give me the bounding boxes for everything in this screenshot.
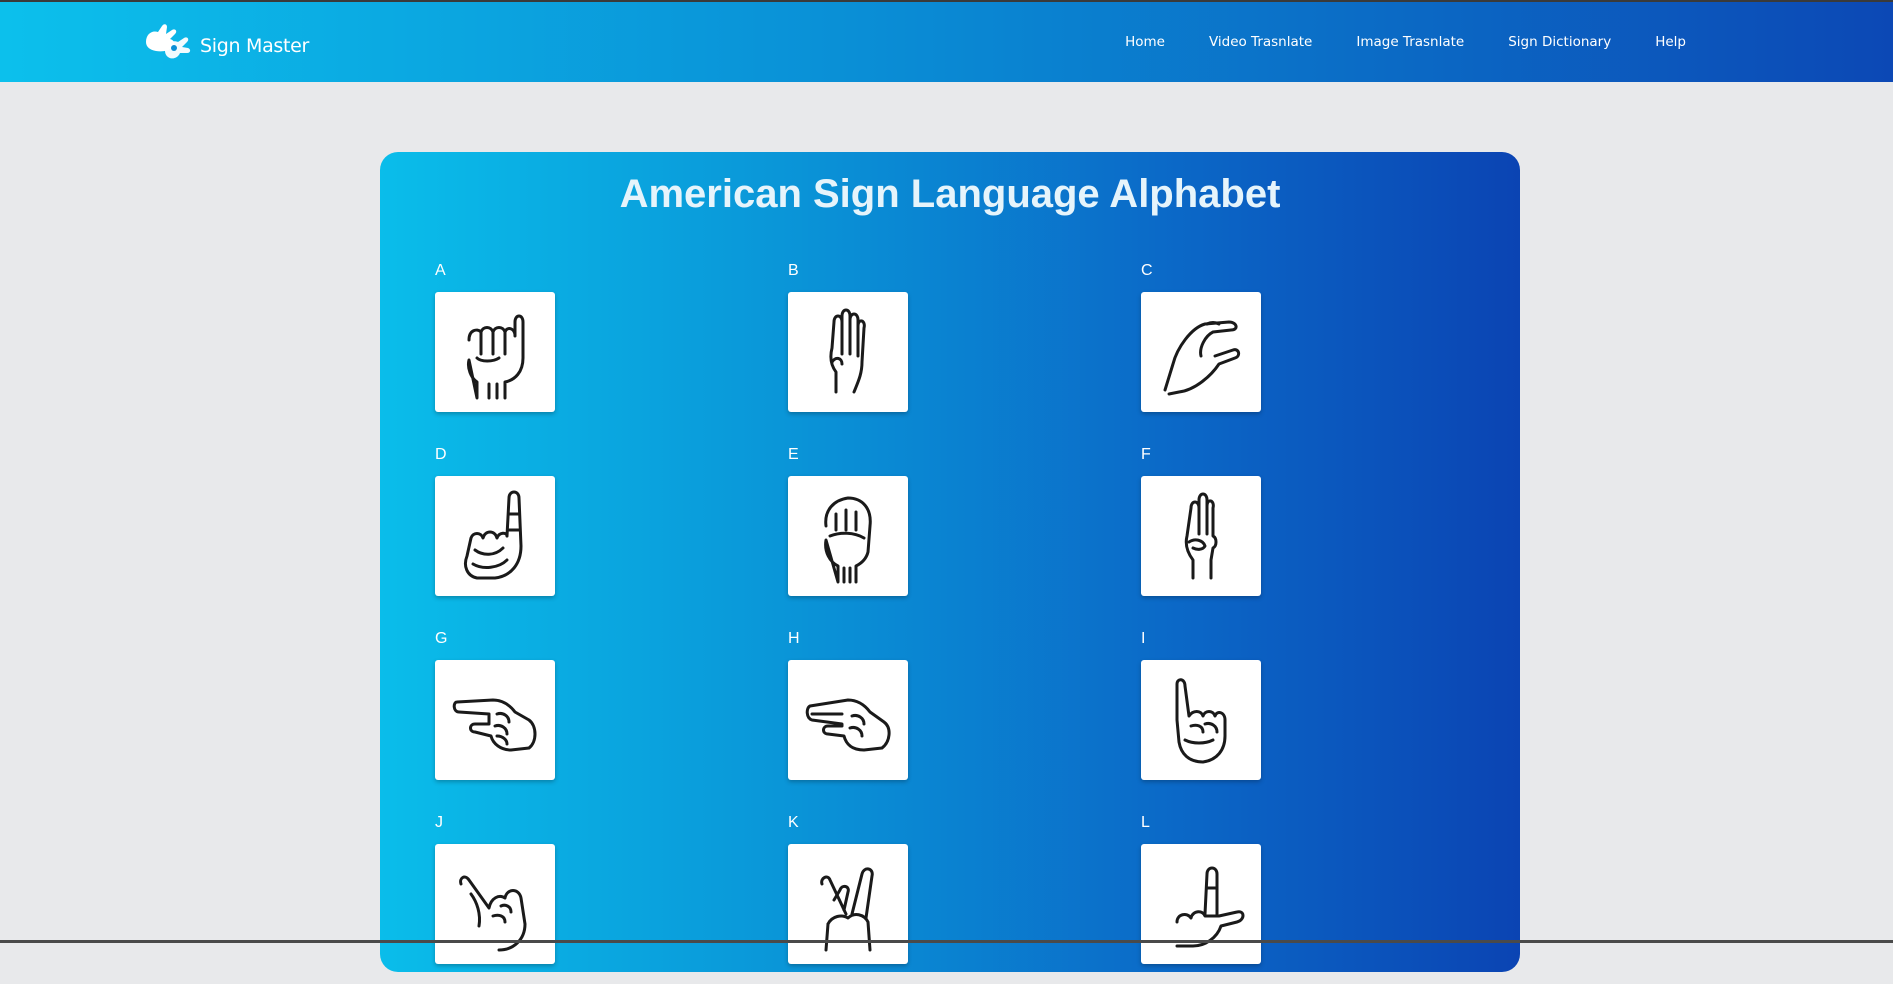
sign-card[interactable] (435, 660, 555, 780)
letter-cell-a: A (435, 262, 735, 432)
letter-label: J (435, 814, 443, 831)
letter-cell-k: K (788, 814, 1088, 984)
nav-image-translate[interactable]: Image Trasnlate (1334, 34, 1486, 50)
letter-cell-c: C (1141, 262, 1441, 432)
letter-cell-g: G (435, 630, 735, 800)
asl-k-hand-icon (820, 867, 874, 952)
nav-sign-dictionary[interactable]: Sign Dictionary (1486, 34, 1633, 50)
page-title: American Sign Language Alphabet (619, 172, 1281, 216)
sign-card[interactable] (1141, 476, 1261, 596)
sign-card[interactable] (1141, 660, 1261, 780)
top-navbar: Sign Master Home Video Trasnlate Image T… (0, 2, 1893, 82)
asl-j-hand-icon (459, 875, 527, 952)
letter-cell-d: D (435, 446, 735, 616)
main-nav: Home Video Trasnlate Image Trasnlate Sig… (1103, 2, 1708, 82)
asl-g-hand-icon (452, 698, 537, 752)
nav-video-translate[interactable]: Video Trasnlate (1187, 34, 1334, 50)
asl-a-hand-icon (467, 314, 525, 400)
sign-card[interactable] (435, 476, 555, 596)
sign-card[interactable] (788, 844, 908, 964)
sign-card[interactable] (435, 292, 555, 412)
asl-l-hand-icon (1175, 866, 1245, 948)
nav-help[interactable]: Help (1633, 34, 1708, 50)
letter-cell-f: F (1141, 446, 1441, 616)
letter-label: E (788, 446, 799, 463)
letter-label: H (788, 630, 800, 647)
letter-cell-b: B (788, 262, 1088, 432)
letter-label: C (1141, 262, 1153, 279)
brand-name: Sign Master (200, 35, 310, 57)
letter-label: K (788, 814, 799, 831)
sign-card[interactable] (435, 844, 555, 964)
asl-i-hand-icon (1175, 678, 1227, 764)
asl-h-hand-icon (805, 698, 891, 752)
sign-card[interactable] (788, 660, 908, 780)
letter-label: D (435, 446, 447, 463)
sign-card[interactable] (1141, 292, 1261, 412)
hands-logo-icon (146, 24, 191, 59)
letter-label: I (1141, 630, 1146, 647)
alphabet-panel: American Sign Language Alphabet A B C D … (380, 152, 1520, 972)
letter-label: B (788, 262, 799, 279)
letter-label: A (435, 262, 446, 279)
brand-link[interactable]: Sign Master (140, 20, 309, 64)
letter-label: F (1141, 446, 1151, 463)
asl-e-hand-icon (824, 496, 872, 584)
letter-cell-i: I (1141, 630, 1441, 800)
letter-cell-e: E (788, 446, 1088, 616)
sign-card[interactable] (1141, 844, 1261, 964)
letter-label: G (435, 630, 448, 647)
letter-cell-l: L (1141, 814, 1441, 984)
asl-f-hand-icon (1184, 492, 1218, 580)
asl-c-hand-icon (1163, 320, 1241, 396)
letter-cell-h: H (788, 630, 1088, 800)
letter-label: L (1141, 814, 1150, 831)
sign-card[interactable] (788, 476, 908, 596)
nav-home[interactable]: Home (1103, 34, 1187, 50)
sign-card[interactable] (788, 292, 908, 412)
letter-cell-j: J (435, 814, 735, 984)
asl-b-hand-icon (829, 308, 866, 394)
asl-d-hand-icon (463, 490, 523, 580)
